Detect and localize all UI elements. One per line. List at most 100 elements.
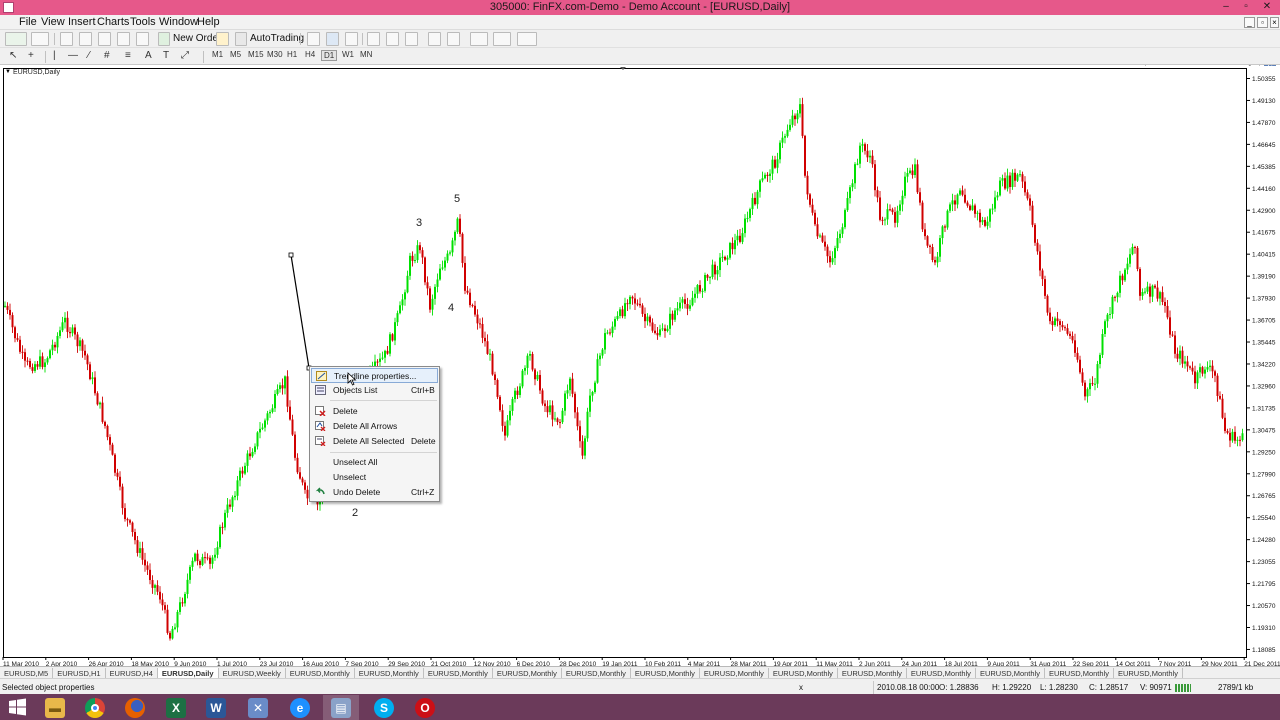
timeframe-h1[interactable]: H1 bbox=[287, 50, 297, 59]
mt4-terminal-icon[interactable]: ▤ bbox=[323, 695, 359, 720]
autotrading-icon[interactable] bbox=[235, 32, 247, 46]
candle bbox=[274, 390, 276, 413]
chart-tab[interactable]: EURUSD,Daily bbox=[157, 668, 219, 678]
autotrading-button[interactable]: AutoTrading bbox=[250, 33, 304, 44]
terminal-icon[interactable] bbox=[117, 32, 130, 46]
menu-insert[interactable]: Insert bbox=[68, 16, 96, 28]
opera-icon[interactable]: O bbox=[407, 695, 443, 720]
timeframe-h4[interactable]: H4 bbox=[305, 50, 315, 59]
menu-tools[interactable]: Tools bbox=[130, 16, 156, 28]
chart-tab[interactable]: EURUSD,Monthly bbox=[355, 668, 424, 678]
zoom-in-icon[interactable] bbox=[367, 32, 380, 46]
text-tool-icon[interactable]: A bbox=[145, 50, 152, 61]
navigator-icon[interactable] bbox=[98, 32, 111, 46]
menu-view[interactable]: View bbox=[41, 16, 65, 28]
chart-tab[interactable]: EURUSD,Monthly bbox=[1045, 668, 1114, 678]
menu-unselect-all[interactable]: Unselect All bbox=[311, 455, 438, 470]
trendline-icon[interactable]: ⁄ bbox=[88, 50, 90, 61]
candlestick-icon[interactable] bbox=[326, 32, 339, 46]
auto-scroll-icon[interactable] bbox=[447, 32, 460, 46]
menu-undo-delete[interactable]: Undo Delete Ctrl+Z bbox=[311, 485, 438, 500]
menu-objects-list[interactable]: Objects List Ctrl+B bbox=[311, 383, 438, 398]
chart-tab[interactable]: EURUSD,Monthly bbox=[286, 668, 355, 678]
cursor-tool-icon[interactable]: ↖ bbox=[9, 50, 17, 61]
menu-delete-all-arrows[interactable]: Delete All Arrows bbox=[311, 419, 438, 434]
maximize-button[interactable]: ▫ bbox=[1238, 0, 1254, 14]
price-chart[interactable]: 1.50355 1.49130 1.47870 1.46645 1.45385 1.441… bbox=[0, 66, 1280, 666]
menu-trendline-properties[interactable]: Trendline properties... bbox=[311, 368, 438, 383]
candle bbox=[271, 404, 274, 414]
timeframe-m30[interactable]: M30 bbox=[267, 50, 283, 59]
periods-icon[interactable] bbox=[493, 32, 511, 46]
timeframe-w1[interactable]: W1 bbox=[342, 50, 354, 59]
chart-tab[interactable]: EURUSD,Monthly bbox=[700, 668, 769, 678]
word-icon[interactable]: W bbox=[198, 695, 234, 720]
profiles-icon[interactable] bbox=[31, 32, 49, 46]
mdi-restore-icon[interactable]: ▫ bbox=[1257, 17, 1268, 28]
internet-explorer-icon[interactable]: e bbox=[282, 695, 318, 720]
line-chart-icon[interactable] bbox=[345, 32, 358, 46]
candle bbox=[21, 345, 24, 360]
firefox-icon[interactable] bbox=[117, 695, 153, 720]
chart-tab[interactable]: EURUSD,Monthly bbox=[1114, 668, 1183, 678]
horizontal-line-icon[interactable]: — bbox=[68, 50, 78, 61]
chart-tab[interactable]: EURUSD,Monthly bbox=[424, 668, 493, 678]
chart-tab[interactable]: EURUSD,M5 bbox=[0, 668, 54, 678]
new-chart-icon[interactable] bbox=[5, 32, 27, 46]
chart-tab[interactable]: EURUSD,Monthly bbox=[769, 668, 838, 678]
skype-icon[interactable]: S bbox=[366, 695, 402, 720]
candle bbox=[174, 623, 176, 631]
equidistant-channel-icon[interactable]: # bbox=[104, 50, 110, 61]
candle bbox=[1056, 312, 1059, 327]
new-order-button[interactable]: New Order bbox=[173, 33, 221, 44]
menu-separator bbox=[330, 452, 437, 453]
menu-unselect[interactable]: Unselect bbox=[311, 470, 438, 485]
chart-tab[interactable]: EURUSD,Monthly bbox=[976, 668, 1045, 678]
timeframe-mn[interactable]: MN bbox=[360, 50, 372, 59]
timeframe-m5[interactable]: M5 bbox=[230, 50, 241, 59]
chart-tab[interactable]: EURUSD,Weekly bbox=[219, 668, 286, 678]
data-window-icon[interactable] bbox=[79, 32, 92, 46]
menu-charts[interactable]: Charts bbox=[97, 16, 129, 28]
strategy-tester-icon[interactable] bbox=[136, 32, 149, 46]
chart-tab[interactable]: EURUSD,Monthly bbox=[493, 668, 562, 678]
chrome-icon[interactable] bbox=[77, 695, 113, 720]
menu-delete[interactable]: Delete bbox=[311, 404, 438, 419]
chart-tab[interactable]: EURUSD,H1 bbox=[53, 668, 106, 678]
indicators-icon[interactable] bbox=[470, 32, 488, 46]
file-explorer-icon[interactable]: ▬ bbox=[37, 695, 73, 720]
timeframe-m15[interactable]: M15 bbox=[248, 50, 264, 59]
market-watch-icon[interactable] bbox=[60, 32, 73, 46]
chart-shift-icon[interactable] bbox=[428, 32, 441, 46]
bar-chart-icon[interactable] bbox=[307, 32, 320, 46]
timeframe-d1[interactable]: D1 bbox=[321, 50, 338, 61]
metaeditor-icon[interactable] bbox=[216, 32, 229, 46]
templates-icon[interactable] bbox=[517, 32, 537, 46]
crosshair-tool-icon[interactable]: + bbox=[28, 50, 34, 61]
mdi-minimize-icon[interactable]: _ bbox=[1244, 17, 1255, 28]
windows-start-icon[interactable] bbox=[0, 694, 36, 720]
zoom-out-icon[interactable] bbox=[386, 32, 399, 46]
menu-window[interactable]: Window bbox=[159, 16, 198, 28]
chart-canvas[interactable]: 1.50355 1.49130 1.47870 1.46645 1.45385 1.441… bbox=[0, 66, 1280, 666]
chart-tab[interactable]: EURUSD,Monthly bbox=[838, 668, 907, 678]
chart-tab[interactable]: EURUSD,H4 bbox=[106, 668, 158, 678]
chart-tab[interactable]: EURUSD,Monthly bbox=[631, 668, 700, 678]
chart-tab[interactable]: EURUSD,Monthly bbox=[562, 668, 631, 678]
menu-help[interactable]: Help bbox=[197, 16, 220, 28]
excel-icon[interactable]: X bbox=[158, 695, 194, 720]
arrows-tool-icon[interactable]: ⤢ bbox=[181, 50, 189, 61]
metatrader-icon[interactable]: ✕ bbox=[240, 695, 276, 720]
close-button[interactable]: ✕ bbox=[1259, 0, 1275, 14]
fibonacci-icon[interactable]: ≡ bbox=[125, 50, 131, 61]
minimize-button[interactable]: – bbox=[1218, 0, 1234, 14]
new-order-icon[interactable] bbox=[158, 32, 170, 46]
tile-windows-icon[interactable] bbox=[405, 32, 418, 46]
vertical-line-icon[interactable]: | bbox=[53, 50, 56, 61]
menu-file[interactable]: File bbox=[19, 16, 37, 28]
timeframe-m1[interactable]: M1 bbox=[212, 50, 223, 59]
menu-delete-all-selected[interactable]: Delete All Selected Delete bbox=[311, 434, 438, 449]
text-label-icon[interactable]: T bbox=[163, 50, 169, 61]
chart-tab[interactable]: EURUSD,Monthly bbox=[907, 668, 976, 678]
mdi-close-icon[interactable]: × bbox=[1270, 17, 1279, 28]
